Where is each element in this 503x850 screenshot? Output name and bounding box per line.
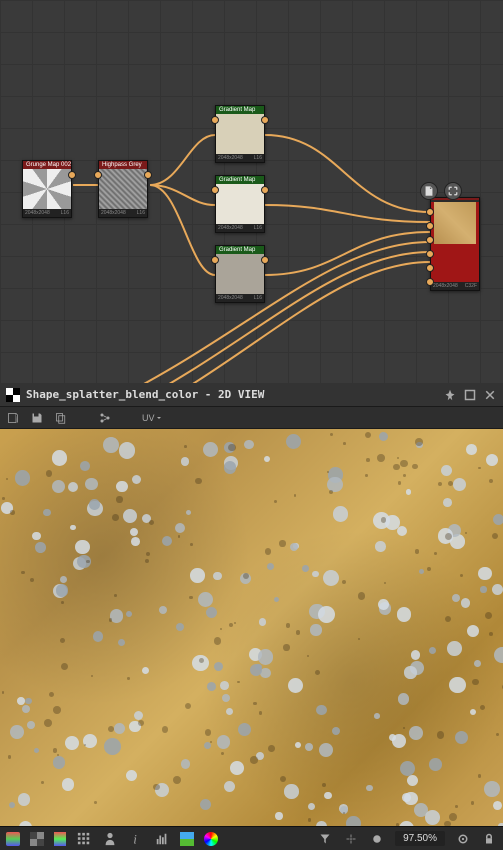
- input-port-1[interactable]: [426, 208, 434, 216]
- node-gradient-map-2[interactable]: Gradient Map 2048x2048L16: [215, 175, 265, 233]
- output-port[interactable]: [261, 116, 269, 124]
- copy-icon[interactable]: [54, 411, 68, 425]
- view-toolbar: UV: [0, 407, 503, 429]
- node-graph-panel[interactable]: Grunge Map 002 2048x2048L16 Highpass Gre…: [0, 0, 503, 383]
- node-title: Highpass Grey: [99, 161, 147, 169]
- output-port[interactable]: [144, 171, 152, 179]
- color-wheel-icon[interactable]: [204, 832, 218, 846]
- svg-text:i: i: [133, 832, 137, 846]
- zoom-display[interactable]: 97.50%: [395, 831, 445, 846]
- input-port-2[interactable]: [426, 222, 434, 230]
- input-port-4[interactable]: [426, 250, 434, 258]
- info-icon[interactable]: i: [128, 831, 144, 847]
- grid3-icon[interactable]: [76, 831, 92, 847]
- node-preview: [99, 169, 147, 209]
- checker-icon: [6, 388, 20, 402]
- circle-icon[interactable]: [369, 831, 385, 847]
- input-port[interactable]: [94, 171, 102, 179]
- node-preview: [216, 114, 264, 154]
- node-output[interactable]: 2048x2048C32F: [430, 197, 480, 291]
- node-footer: 2048x2048C32F: [431, 282, 479, 290]
- node-footer: 2048x2048L16: [99, 209, 147, 217]
- view-canvas[interactable]: 2048 x 2048 L16F8.HDR 32 bpp: [0, 429, 503, 850]
- center-icon[interactable]: [343, 831, 359, 847]
- input-port[interactable]: [211, 186, 219, 194]
- node-badge-document-icon[interactable]: [420, 182, 438, 200]
- node-preview: [216, 254, 264, 294]
- filter-icon[interactable]: [317, 831, 333, 847]
- node-gradient-map-1[interactable]: Gradient Map 2048x2048L16: [215, 105, 265, 163]
- node-gradient-map-3[interactable]: Gradient Map 2048x2048L16: [215, 245, 265, 303]
- lock-icon[interactable]: [481, 831, 497, 847]
- node-title: Gradient Map: [216, 106, 264, 114]
- picture-icon[interactable]: [180, 832, 194, 846]
- view-title: Shape_splatter_blend_color - 2D VIEW: [26, 388, 264, 401]
- node-title: Grunge Map 002: [23, 161, 71, 169]
- node-badge-expand-icon[interactable]: [444, 182, 462, 200]
- person-icon[interactable]: [102, 831, 118, 847]
- node-title: Gradient Map: [216, 246, 264, 254]
- input-port-5[interactable]: [426, 264, 434, 272]
- uv-dropdown[interactable]: UV: [142, 413, 163, 423]
- pin-icon[interactable]: [443, 388, 457, 402]
- histogram-icon[interactable]: [154, 831, 170, 847]
- node-preview: [216, 184, 264, 224]
- output-port[interactable]: [68, 171, 76, 179]
- node-footer: 2048x2048L16: [23, 209, 71, 217]
- node-footer: 2048x2048L16: [216, 224, 264, 232]
- node-preview: [434, 202, 476, 244]
- output-port[interactable]: [261, 186, 269, 194]
- save-icon[interactable]: [30, 411, 44, 425]
- gradient-icon[interactable]: [54, 832, 66, 846]
- view-2d-panel: Shape_splatter_blend_color - 2D VIEW UV: [0, 383, 503, 850]
- input-port-6[interactable]: [426, 278, 434, 286]
- layers-icon[interactable]: [6, 832, 20, 846]
- texture-preview: [0, 429, 503, 850]
- input-port[interactable]: [211, 116, 219, 124]
- settings-icon[interactable]: [455, 831, 471, 847]
- node-footer: 2048x2048L16: [216, 294, 264, 302]
- input-port[interactable]: [211, 256, 219, 264]
- close-icon[interactable]: [483, 388, 497, 402]
- node-preview: [23, 169, 71, 209]
- node-grunge-map[interactable]: Grunge Map 002 2048x2048L16: [22, 160, 72, 218]
- output-port[interactable]: [261, 256, 269, 264]
- new-icon[interactable]: [6, 411, 20, 425]
- node-title: Gradient Map: [216, 176, 264, 184]
- view-header: Shape_splatter_blend_color - 2D VIEW: [0, 383, 503, 407]
- status-bar: i 97.50%: [0, 826, 503, 850]
- link-icon[interactable]: [98, 411, 112, 425]
- maximize-icon[interactable]: [463, 388, 477, 402]
- node-footer: 2048x2048L16: [216, 154, 264, 162]
- node-body: [431, 202, 479, 282]
- input-port-3[interactable]: [426, 236, 434, 244]
- checker-toggle-icon[interactable]: [30, 832, 44, 846]
- node-highpass[interactable]: Highpass Grey 2048x2048L16: [98, 160, 148, 218]
